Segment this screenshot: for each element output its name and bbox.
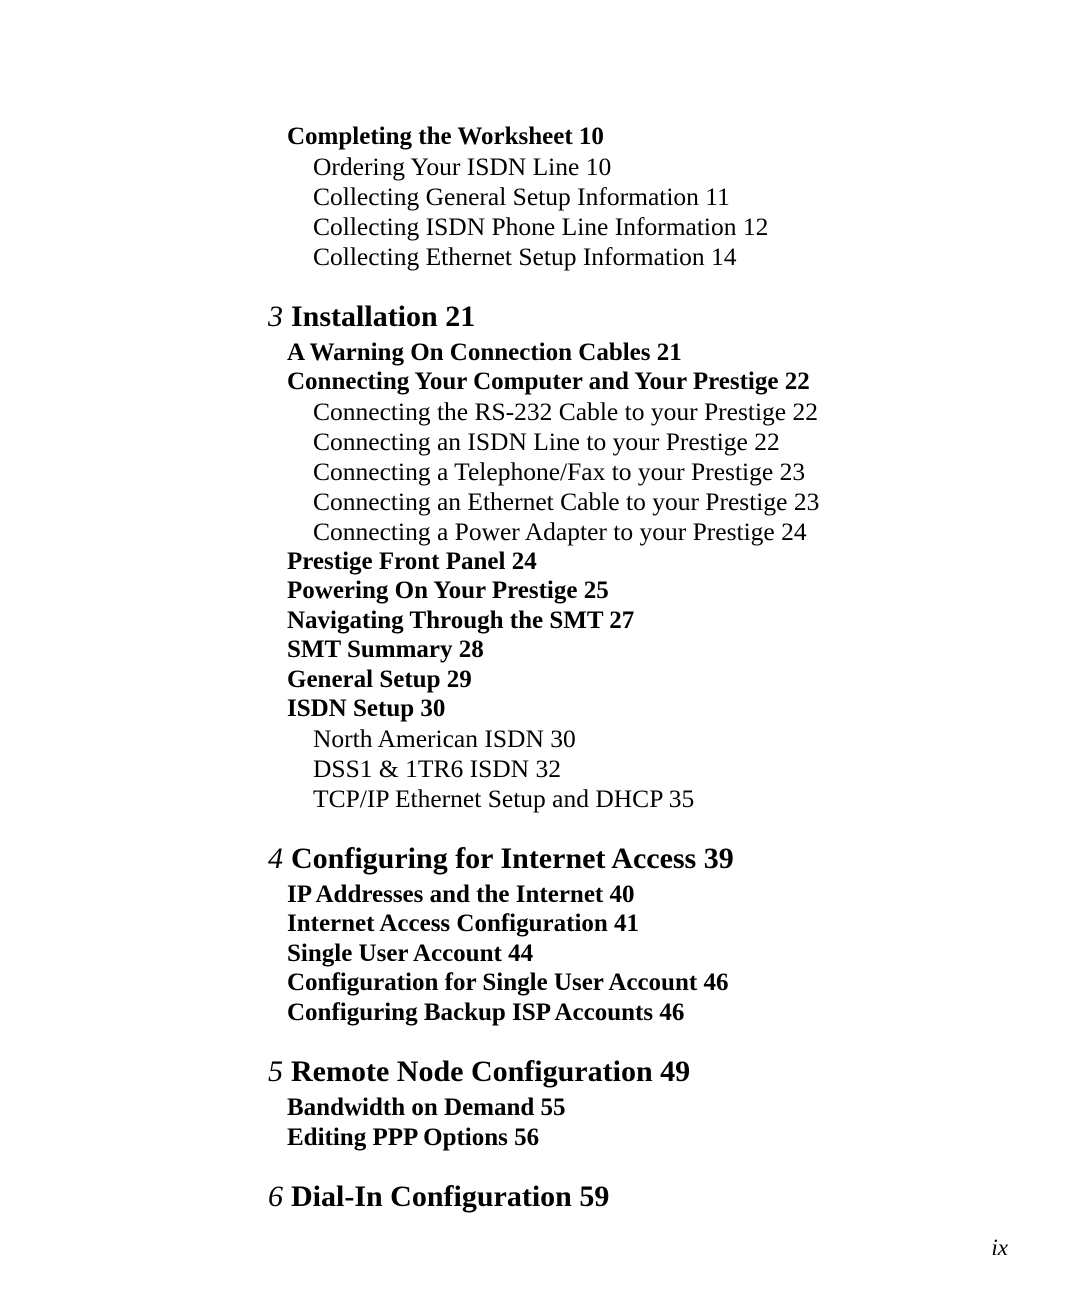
toc-subsection-entry[interactable]: DSS1 & 1TR6 ISDN 32 <box>0 754 1080 784</box>
toc-subsection-entry[interactable]: North American ISDN 30 <box>0 724 1080 754</box>
toc-page: Completing the Worksheet 10 Ordering Your… <box>0 0 1080 1311</box>
toc-subsection-entry[interactable]: Connecting a Power Adapter to your Prest… <box>0 517 1080 547</box>
toc-section-entry[interactable]: General Setup 29 <box>0 665 1080 695</box>
toc-section-entry[interactable]: Connecting Your Computer and Your Presti… <box>0 367 1080 397</box>
toc-chapter-entry[interactable]: 5 Remote Node Configuration 49 <box>0 1053 1080 1091</box>
toc-chapter-number: 5 <box>268 1055 283 1088</box>
toc-section-entry[interactable]: Configuration for Single User Account 46 <box>0 968 1080 998</box>
toc-section-entry[interactable]: Completing the Worksheet 10 <box>0 122 1080 152</box>
toc-section-entry[interactable]: SMT Summary 28 <box>0 635 1080 665</box>
toc-chapter-entry[interactable]: 3 Installation 21 <box>0 298 1080 336</box>
toc-subsection-entry[interactable]: Collecting ISDN Phone Line Information 1… <box>0 212 1080 242</box>
toc-chapter-label: Remote Node Configuration 49 <box>291 1055 691 1088</box>
toc-subsection-entry[interactable]: Connecting a Telephone/Fax to your Prest… <box>0 457 1080 487</box>
toc-chapter-number: 6 <box>268 1180 283 1213</box>
toc-chapter-number: 3 <box>268 299 283 333</box>
toc-section-entry[interactable]: Powering On Your Prestige 25 <box>0 576 1080 606</box>
page-folio: ix <box>991 1235 1008 1260</box>
table-of-contents: Completing the Worksheet 10 Ordering Your… <box>0 122 1080 1218</box>
toc-subsection-entry[interactable]: Ordering Your ISDN Line 10 <box>0 152 1080 182</box>
toc-section-entry[interactable]: Configuring Backup ISP Accounts 46 <box>0 998 1080 1028</box>
toc-section-entry[interactable]: Single User Account 44 <box>0 939 1080 969</box>
toc-section-entry[interactable]: Editing PPP Options 56 <box>0 1123 1080 1153</box>
toc-chapter-entry[interactable]: 6 Dial-In Configuration 59 <box>0 1178 1080 1216</box>
toc-chapter-number: 4 <box>268 841 283 875</box>
toc-section-entry[interactable]: IP Addresses and the Internet 40 <box>0 880 1080 910</box>
toc-section-entry[interactable]: ISDN Setup 30 <box>0 694 1080 724</box>
toc-section-entry[interactable]: A Warning On Connection Cables 21 <box>0 338 1080 368</box>
toc-section-entry[interactable]: Bandwidth on Demand 55 <box>0 1093 1080 1123</box>
toc-section-entry[interactable]: Internet Access Configuration 41 <box>0 909 1080 939</box>
toc-chapter-label: Dial-In Configuration 59 <box>291 1180 610 1213</box>
toc-subsection-entry[interactable]: Collecting General Setup Information 11 <box>0 182 1080 212</box>
toc-section-entry[interactable]: Prestige Front Panel 24 <box>0 547 1080 577</box>
toc-chapter-label: Configuring for Internet Access 39 <box>291 841 734 875</box>
toc-subsection-entry[interactable]: TCP/IP Ethernet Setup and DHCP 35 <box>0 784 1080 814</box>
toc-section-entry[interactable]: Navigating Through the SMT 27 <box>0 606 1080 636</box>
toc-chapter-label: Installation 21 <box>291 299 476 333</box>
toc-subsection-entry[interactable]: Connecting the RS-232 Cable to your Pres… <box>0 397 1080 427</box>
toc-subsection-entry[interactable]: Collecting Ethernet Setup Information 14 <box>0 242 1080 272</box>
toc-subsection-entry[interactable]: Connecting an ISDN Line to your Prestige… <box>0 427 1080 457</box>
toc-subsection-entry[interactable]: Connecting an Ethernet Cable to your Pre… <box>0 487 1080 517</box>
toc-chapter-entry[interactable]: 4 Configuring for Internet Access 39 <box>0 840 1080 878</box>
